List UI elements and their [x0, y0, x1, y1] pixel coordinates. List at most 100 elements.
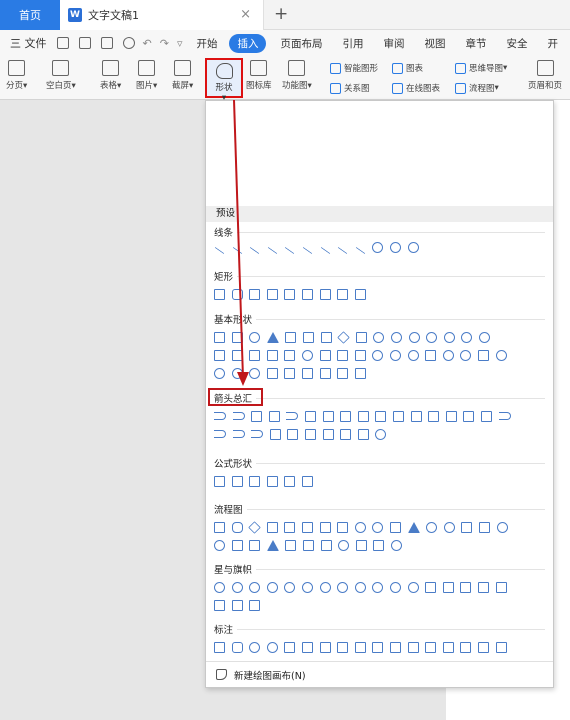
quad-arrow-shape[interactable]: [322, 410, 334, 422]
triangle-shape[interactable]: [266, 331, 279, 343]
frame-shape[interactable]: [478, 331, 490, 343]
star-shape[interactable]: [249, 581, 261, 593]
menu-references[interactable]: 引用: [342, 36, 363, 51]
chevron-shape[interactable]: [251, 430, 264, 438]
double-wave-shape[interactable]: [249, 599, 261, 611]
sort-shape[interactable]: [249, 539, 261, 551]
cube-shape[interactable]: [337, 349, 349, 361]
curved-right-arrow-shape[interactable]: [428, 410, 440, 422]
chord-shape[interactable]: [443, 331, 455, 343]
brace-pair-shape[interactable]: [284, 367, 296, 379]
callout-shape[interactable]: [319, 641, 331, 653]
left-arrow-shape[interactable]: [232, 412, 245, 420]
right-arrow-shape[interactable]: [214, 412, 226, 420]
relation-chart-button[interactable]: 关系图: [330, 82, 370, 94]
rect-shape[interactable]: [337, 288, 349, 300]
callout-shape[interactable]: [214, 641, 225, 653]
line-shape[interactable]: [320, 246, 330, 254]
bevel-shape[interactable]: [354, 349, 366, 361]
star-shape[interactable]: [284, 581, 296, 593]
pentagon-shape[interactable]: [355, 331, 367, 343]
rect-shape[interactable]: [231, 288, 243, 300]
manual-operation-shape[interactable]: [407, 521, 420, 533]
callout-shape[interactable]: [425, 641, 437, 653]
close-tab-icon[interactable]: ×: [240, 7, 251, 22]
line-shape[interactable]: [249, 246, 260, 254]
line-shape[interactable]: [232, 246, 242, 254]
menu-review[interactable]: 审阅: [383, 36, 404, 51]
process-shape[interactable]: [214, 521, 225, 533]
curved-left-arrow-shape[interactable]: [445, 410, 457, 422]
trapezoid-shape[interactable]: [320, 331, 332, 343]
callout-shape[interactable]: [337, 641, 349, 653]
internal-storage-shape[interactable]: [301, 521, 313, 533]
line-shape[interactable]: [267, 246, 278, 254]
scroll-shape[interactable]: [214, 599, 225, 611]
callout-shape[interactable]: [460, 641, 472, 653]
equal-shape[interactable]: [284, 475, 296, 487]
extract-shape[interactable]: [266, 539, 279, 551]
can-shape[interactable]: [319, 349, 331, 361]
punched-tape-shape[interactable]: [478, 521, 490, 533]
right-arrow-callout-shape[interactable]: [269, 428, 281, 440]
plus-shape[interactable]: [214, 475, 225, 487]
circular-arrow-shape[interactable]: [375, 428, 387, 440]
star-shape[interactable]: [266, 581, 278, 593]
sun-shape[interactable]: [495, 349, 507, 361]
callout-shape[interactable]: [477, 641, 489, 653]
star-shape[interactable]: [389, 581, 401, 593]
decision-shape[interactable]: [248, 520, 261, 534]
callout-shape[interactable]: [354, 641, 366, 653]
collate-shape[interactable]: [231, 539, 243, 551]
frame-shape[interactable]: [214, 349, 225, 361]
quad-arrow-callout-shape[interactable]: [357, 428, 369, 440]
dodecagon-shape[interactable]: [408, 331, 420, 343]
diamond-shape[interactable]: [337, 330, 350, 344]
online-chart-button[interactable]: 在线图表: [392, 82, 440, 94]
half-frame-shape[interactable]: [231, 349, 243, 361]
line-shape[interactable]: [214, 246, 225, 254]
heptagon-shape[interactable]: [373, 331, 385, 343]
star-shape[interactable]: [354, 581, 366, 593]
line-shape[interactable]: [355, 246, 366, 254]
menu-more[interactable]: 开: [547, 36, 558, 51]
not-equal-shape[interactable]: [301, 475, 313, 487]
block-arc-shape[interactable]: [407, 349, 419, 361]
diagonal-stripe-shape[interactable]: [266, 349, 278, 361]
left-arrow-callout-shape[interactable]: [287, 428, 299, 440]
star-shape[interactable]: [319, 581, 331, 593]
rect-shape[interactable]: [266, 288, 278, 300]
customize-dropdown-icon[interactable]: ▿: [177, 37, 183, 50]
sequential-access-shape[interactable]: [338, 539, 350, 551]
pie-shape[interactable]: [426, 331, 438, 343]
left-up-arrow-shape[interactable]: [392, 410, 404, 422]
pentagon-arrow-shape[interactable]: [232, 430, 245, 438]
bent-up-arrow-shape[interactable]: [410, 410, 422, 422]
new-canvas-button[interactable]: 新建绘图画布(N): [206, 661, 553, 687]
add-tab-icon[interactable]: +: [274, 4, 288, 24]
explosion-shape[interactable]: [214, 581, 225, 593]
connector-shape[interactable]: [426, 521, 438, 533]
direct-access-shape[interactable]: [373, 539, 385, 551]
ribbon-shape[interactable]: [460, 581, 472, 593]
notched-right-arrow-shape[interactable]: [214, 430, 226, 438]
ribbon-shape[interactable]: [477, 581, 489, 593]
folded-corner-shape[interactable]: [425, 349, 437, 361]
left-right-arrow-callout-shape[interactable]: [340, 428, 352, 440]
mind-map-button[interactable]: 思维导图 ▾: [455, 62, 507, 74]
star-shape[interactable]: [337, 581, 349, 593]
rect-shape[interactable]: [301, 288, 313, 300]
cloud-shape[interactable]: [231, 367, 243, 379]
function-chart-button[interactable]: 功能图▾: [282, 58, 312, 91]
donut-shape[interactable]: [372, 349, 384, 361]
striped-right-arrow-shape[interactable]: [498, 412, 511, 420]
stored-data-shape[interactable]: [302, 539, 314, 551]
line-shape[interactable]: [337, 246, 348, 254]
rect-shape[interactable]: [319, 288, 331, 300]
left-right-arrow-shape[interactable]: [286, 412, 299, 420]
ellipse-shape[interactable]: [249, 331, 261, 343]
picture-button[interactable]: 图片▾: [136, 58, 157, 91]
arc-shape[interactable]: [249, 367, 261, 379]
tab-document[interactable]: W 文字文稿1 ×: [60, 0, 264, 30]
moon-shape[interactable]: [214, 367, 225, 379]
